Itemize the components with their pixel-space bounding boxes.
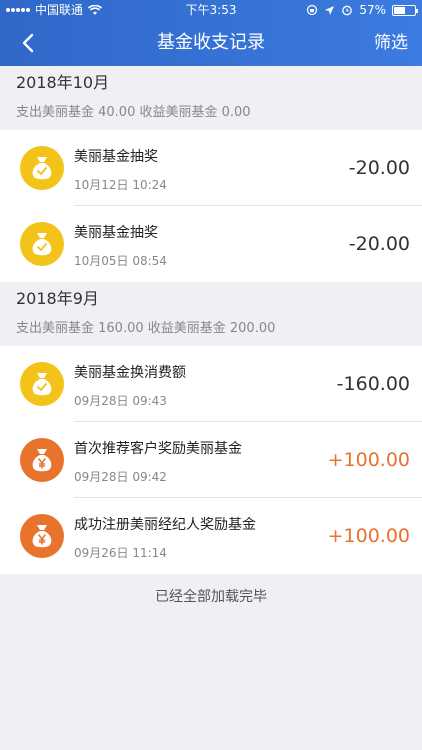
- transaction-title: 首次推荐客户奖励美丽基金: [74, 441, 242, 457]
- battery-icon: [392, 4, 418, 16]
- transaction-row[interactable]: 美丽基金抽奖 10月12日 10:24 -20.00: [0, 130, 422, 206]
- month-section: 2018年10月 支出美丽基金 40.00 收益美丽基金 0.00 美丽基金抽奖…: [0, 66, 422, 282]
- transaction-title: 美丽基金抽奖: [74, 225, 158, 241]
- month-label: 2018年10月: [16, 73, 110, 92]
- month-section: 2018年9月 支出美丽基金 160.00 收益美丽基金 200.00 美丽基金…: [0, 282, 422, 574]
- transaction-row[interactable]: 首次推荐客户奖励美丽基金 09月28日 09:42 +100.00: [0, 422, 422, 498]
- transaction-time: 09月28日 09:42: [74, 470, 167, 484]
- transaction-amount: +100.00: [327, 449, 410, 471]
- section-header: 2018年10月 支出美丽基金 40.00 收益美丽基金 0.00: [0, 66, 422, 130]
- yellow-money-bag-check-icon: [20, 362, 64, 406]
- load-complete-text: 已经全部加载完毕: [155, 589, 267, 605]
- month-label: 2018年9月: [16, 289, 99, 308]
- transaction-amount: -20.00: [348, 233, 410, 255]
- transaction-row[interactable]: 成功注册美丽经纪人奖励基金 09月26日 11:14 +100.00: [0, 498, 422, 574]
- month-summary: 支出美丽基金 160.00 收益美丽基金 200.00: [16, 321, 276, 336]
- nav-bar: 基金收支记录 筛选: [0, 20, 422, 66]
- transaction-time: 09月28日 09:43: [74, 394, 167, 408]
- orientation-lock-icon: [307, 4, 318, 16]
- orange-money-bag-yen-icon: [20, 514, 64, 558]
- status-right: 57%: [306, 0, 418, 20]
- transaction-time: 10月05日 08:54: [74, 254, 167, 268]
- yellow-money-bag-check-icon: [20, 222, 64, 266]
- transaction-list: 美丽基金抽奖 10月12日 10:24 -20.00 美丽基金抽奖 10月05日…: [0, 130, 422, 282]
- location-icon: [325, 5, 335, 15]
- battery-percent: 57%: [359, 3, 386, 17]
- yellow-money-bag-check-icon: [20, 146, 64, 190]
- transaction-time: 10月12日 10:24: [74, 178, 167, 192]
- records-list: 2018年10月 支出美丽基金 40.00 收益美丽基金 0.00 美丽基金抽奖…: [0, 66, 422, 620]
- transaction-time: 09月26日 11:14: [74, 546, 167, 560]
- orange-money-bag-yen-icon: [20, 438, 64, 482]
- transaction-amount: -20.00: [348, 157, 410, 179]
- section-header: 2018年9月 支出美丽基金 160.00 收益美丽基金 200.00: [0, 282, 422, 346]
- top-bar: 中国联通 下午3:53 57% 基金收支记录 筛选: [0, 0, 422, 66]
- status-bar: 中国联通 下午3:53 57%: [0, 0, 422, 20]
- filter-button[interactable]: 筛选: [374, 20, 408, 66]
- transaction-list: 美丽基金换消费额 09月28日 09:43 -160.00 首次推荐客户奖励美丽…: [0, 346, 422, 574]
- transaction-amount: +100.00: [327, 525, 410, 547]
- transaction-row[interactable]: 美丽基金换消费额 09月28日 09:43 -160.00: [0, 346, 422, 422]
- transaction-row[interactable]: 美丽基金抽奖 10月05日 08:54 -20.00: [0, 206, 422, 282]
- month-summary: 支出美丽基金 40.00 收益美丽基金 0.00: [16, 105, 251, 120]
- transaction-title: 美丽基金换消费额: [74, 365, 186, 381]
- page-title: 基金收支记录: [157, 32, 265, 53]
- alarm-icon: [342, 5, 353, 16]
- transaction-title: 美丽基金抽奖: [74, 149, 158, 165]
- transaction-title: 成功注册美丽经纪人奖励基金: [74, 517, 256, 533]
- transaction-amount: -160.00: [336, 373, 410, 395]
